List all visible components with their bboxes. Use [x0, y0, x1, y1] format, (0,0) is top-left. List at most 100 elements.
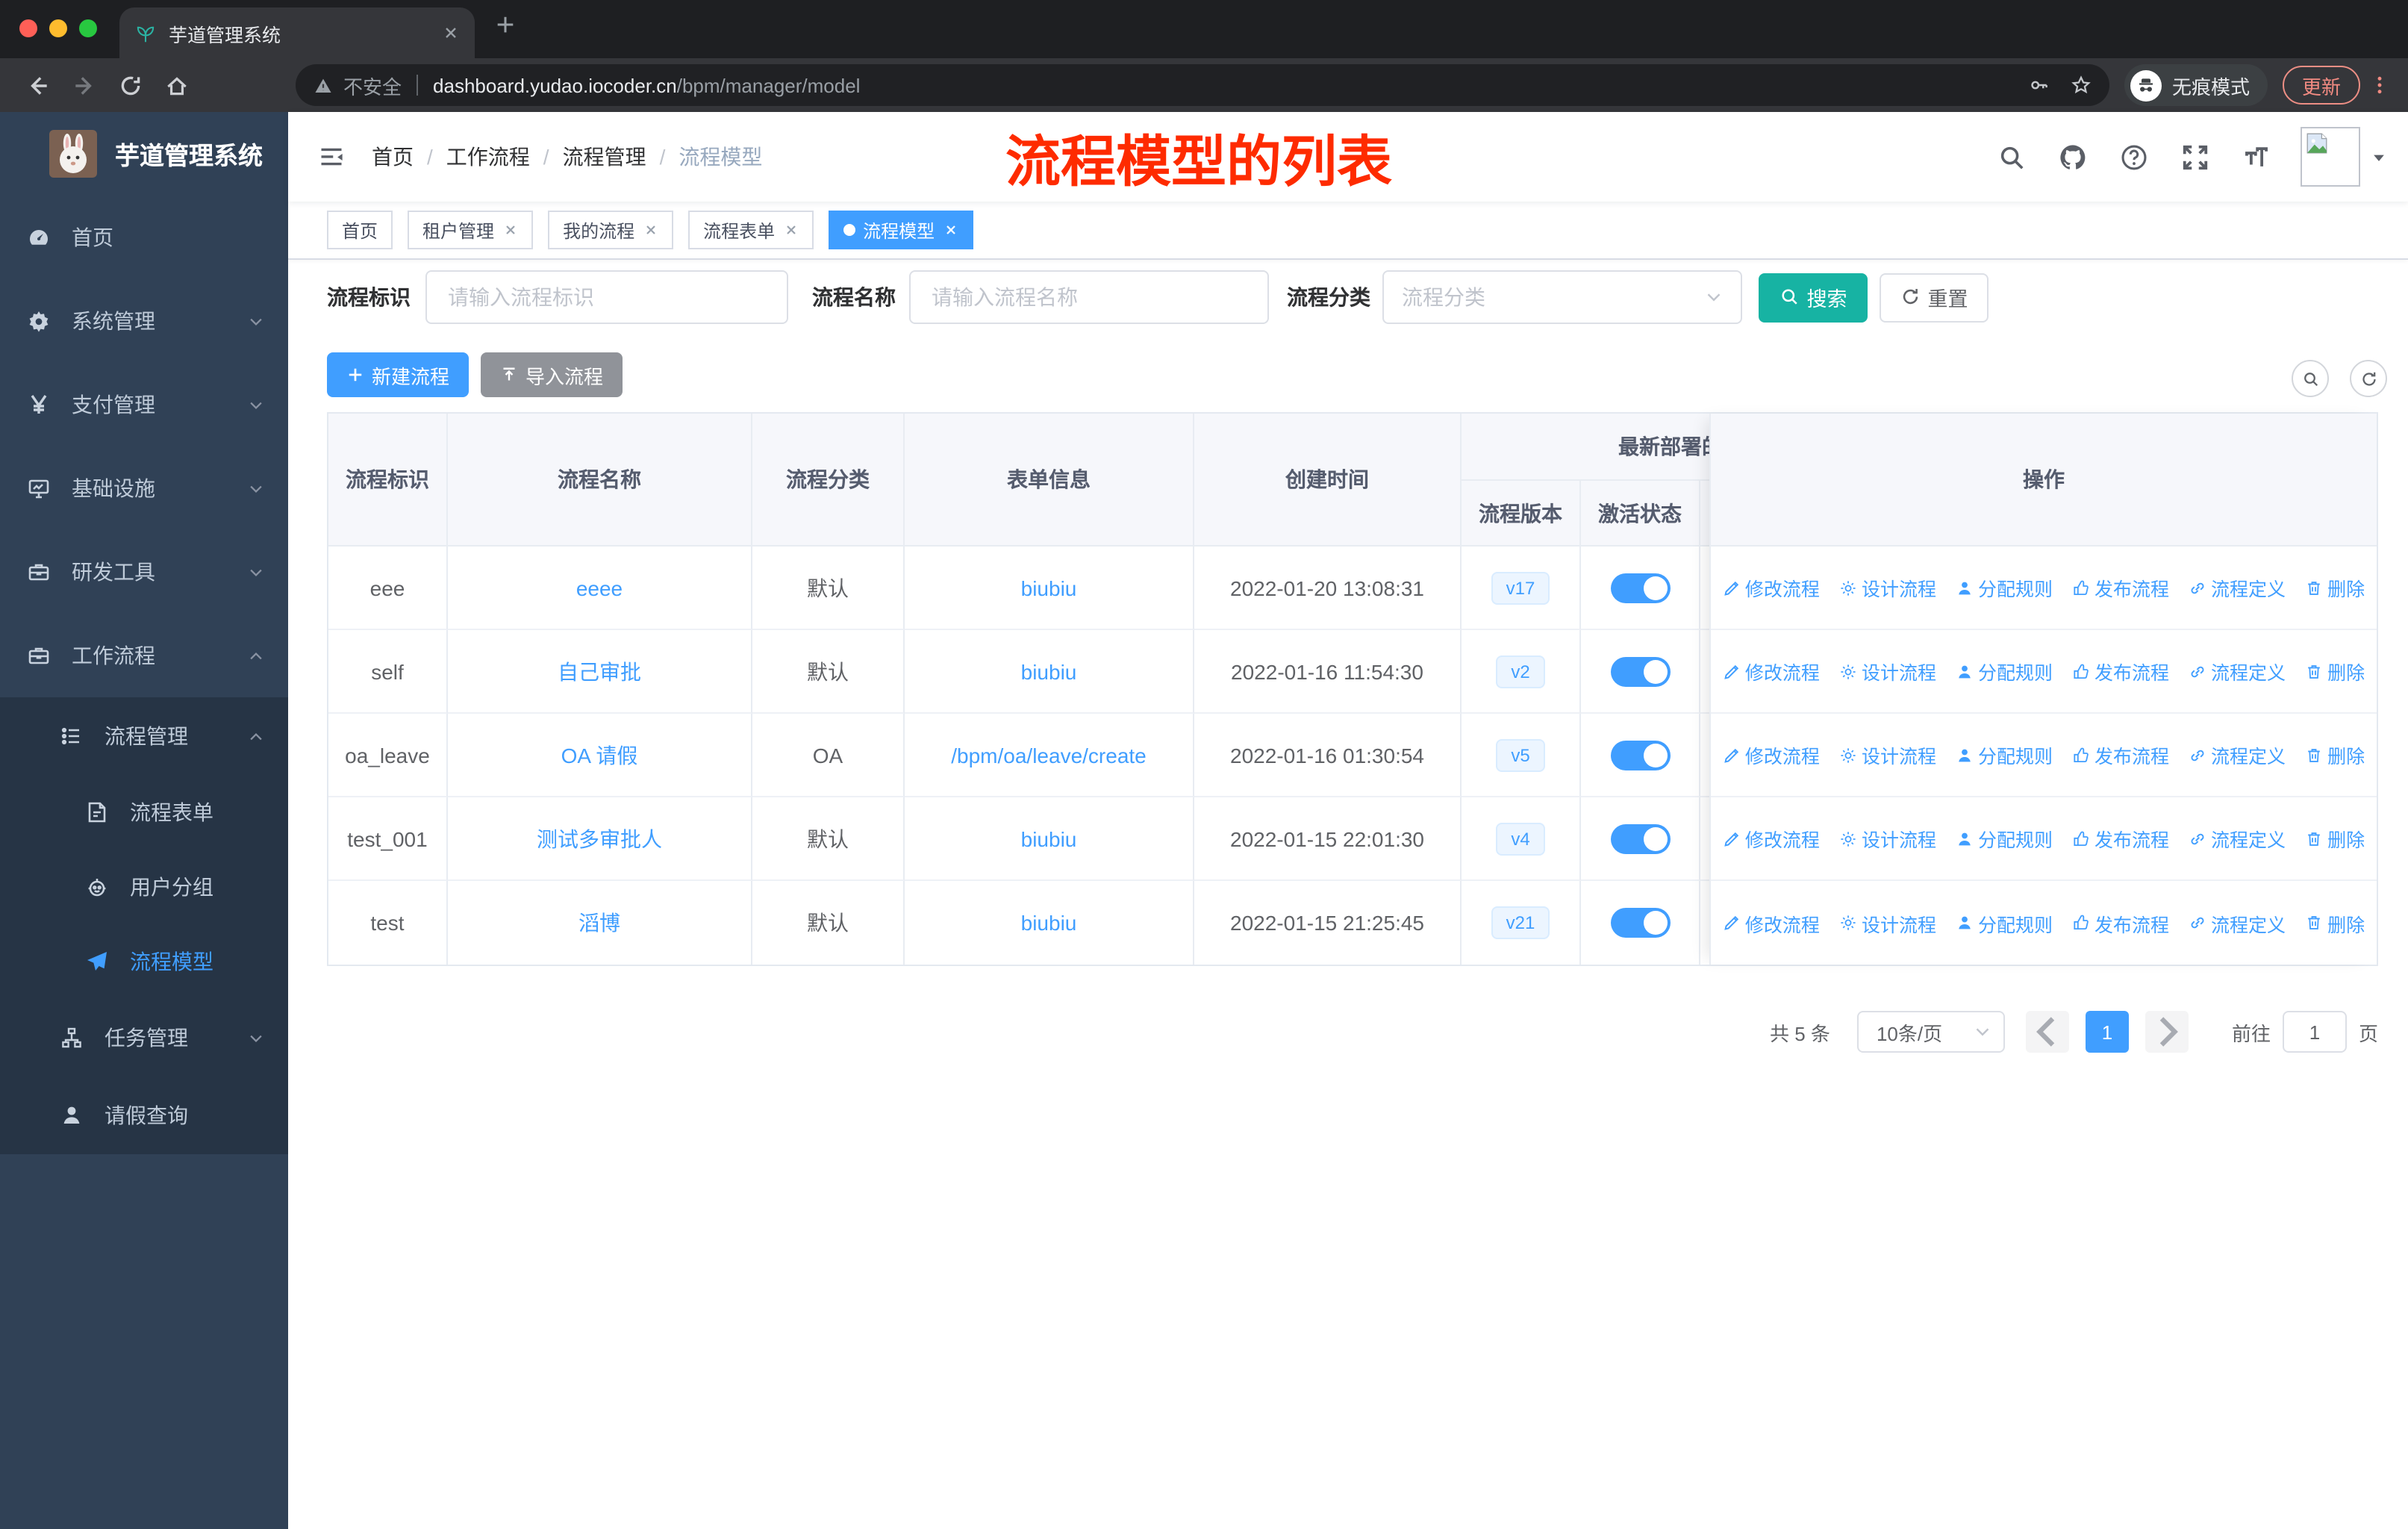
- form-info-link[interactable]: biubiu: [1021, 826, 1077, 850]
- reset-button[interactable]: 重置: [1880, 273, 1989, 322]
- modify-process-link[interactable]: 修改流程: [1723, 909, 1820, 937]
- tag-my-process[interactable]: 我的流程: [548, 211, 674, 249]
- active-toggle[interactable]: [1610, 823, 1670, 853]
- close-icon[interactable]: [784, 222, 799, 237]
- form-info-link[interactable]: /bpm/oa/leave/create: [951, 743, 1147, 767]
- show-search-toggle-button[interactable]: [2292, 360, 2329, 397]
- search-button[interactable]: 搜索: [1759, 273, 1868, 322]
- sidebar-item-home[interactable]: 首页: [0, 196, 288, 279]
- tag-tenant[interactable]: 租户管理: [408, 211, 534, 249]
- tag-process-form[interactable]: 流程表单: [688, 211, 814, 249]
- delete-link[interactable]: 删除: [2305, 573, 2365, 602]
- process-definition-link[interactable]: 流程定义: [2189, 657, 2286, 685]
- sidebar-item-leave-query[interactable]: 请假查询: [0, 1077, 288, 1154]
- modify-process-link[interactable]: 修改流程: [1723, 824, 1820, 853]
- browser-update-button[interactable]: 更新: [2282, 66, 2360, 105]
- design-process-link[interactable]: 设计流程: [1839, 824, 1936, 853]
- process-name-link[interactable]: OA 请假: [561, 740, 638, 770]
- maximize-window-button[interactable]: [79, 19, 97, 37]
- refresh-table-button[interactable]: [2350, 360, 2387, 397]
- process-name-input[interactable]: [929, 284, 1250, 311]
- search-icon[interactable]: [1997, 143, 2026, 171]
- delete-link[interactable]: 删除: [2305, 909, 2365, 937]
- delete-link[interactable]: 删除: [2305, 741, 2365, 769]
- category-select[interactable]: 流程分类: [1382, 270, 1742, 324]
- sidebar-item-infra[interactable]: 基础设施: [0, 446, 288, 530]
- create-process-button[interactable]: 新建流程: [327, 352, 470, 397]
- tab-close-icon[interactable]: [442, 24, 460, 42]
- window-controls[interactable]: [19, 19, 97, 37]
- avatar[interactable]: [2301, 127, 2360, 187]
- close-window-button[interactable]: [19, 19, 37, 37]
- page-size-select[interactable]: 10条/页: [1856, 1011, 2005, 1053]
- reload-icon[interactable]: [118, 72, 143, 98]
- sidebar-item-devtools[interactable]: 研发工具: [0, 530, 288, 614]
- modify-process-link[interactable]: 修改流程: [1723, 573, 1820, 602]
- process-name-link[interactable]: 滔博: [578, 908, 620, 938]
- sidebar-item-task-manage[interactable]: 任务管理: [0, 999, 288, 1077]
- design-process-link[interactable]: 设计流程: [1839, 657, 1936, 685]
- caret-down-icon[interactable]: [2371, 149, 2387, 165]
- page-number-current[interactable]: 1: [2085, 1011, 2129, 1053]
- breadcrumb-home[interactable]: 首页: [372, 142, 414, 172]
- close-icon[interactable]: [943, 222, 958, 237]
- new-tab-icon[interactable]: [494, 13, 517, 36]
- process-definition-link[interactable]: 流程定义: [2189, 909, 2286, 937]
- active-toggle[interactable]: [1610, 908, 1670, 938]
- assign-rule-link[interactable]: 分配规则: [1956, 657, 2053, 685]
- url-bar[interactable]: 不安全 dashboard.yudao.iocoder.cn/bpm/manag…: [296, 64, 2109, 106]
- form-info-link[interactable]: biubiu: [1021, 576, 1077, 600]
- assign-rule-link[interactable]: 分配规则: [1956, 573, 2053, 602]
- sidebar-item-process-manage[interactable]: 流程管理: [0, 697, 288, 775]
- sidebar-item-payment[interactable]: 支付管理: [0, 363, 288, 446]
- modify-process-link[interactable]: 修改流程: [1723, 657, 1820, 685]
- browser-tab[interactable]: 芋道管理系统: [119, 7, 475, 58]
- form-info-link[interactable]: biubiu: [1021, 911, 1077, 935]
- import-process-button[interactable]: 导入流程: [481, 352, 623, 397]
- browser-menu-icon[interactable]: [2369, 75, 2390, 96]
- bookmark-star-icon[interactable]: [2071, 75, 2092, 96]
- fullscreen-icon[interactable]: [2181, 143, 2209, 171]
- process-name-link[interactable]: 测试多审批人: [537, 823, 662, 853]
- process-definition-link[interactable]: 流程定义: [2189, 573, 2286, 602]
- publish-process-link[interactable]: 发布流程: [2072, 657, 2169, 685]
- delete-link[interactable]: 删除: [2305, 824, 2365, 853]
- menu-fold-icon[interactable]: [318, 143, 345, 170]
- assign-rule-link[interactable]: 分配规则: [1956, 741, 2053, 769]
- sidebar-item-system[interactable]: 系统管理: [0, 279, 288, 363]
- design-process-link[interactable]: 设计流程: [1839, 741, 1936, 769]
- github-icon[interactable]: [2059, 143, 2087, 171]
- publish-process-link[interactable]: 发布流程: [2072, 741, 2169, 769]
- assign-rule-link[interactable]: 分配规则: [1956, 824, 2053, 853]
- sidebar-item-user-group[interactable]: 用户分组: [0, 850, 288, 924]
- active-toggle[interactable]: [1610, 573, 1670, 602]
- tag-process-model[interactable]: 流程模型: [829, 211, 974, 249]
- delete-link[interactable]: 删除: [2305, 657, 2365, 685]
- back-icon[interactable]: [25, 72, 51, 98]
- sidebar-item-process-model[interactable]: 流程模型: [0, 924, 288, 999]
- close-icon[interactable]: [643, 222, 658, 237]
- prev-page-button[interactable]: [2025, 1011, 2069, 1053]
- font-size-icon[interactable]: [2242, 143, 2271, 171]
- design-process-link[interactable]: 设计流程: [1839, 573, 1936, 602]
- design-process-link[interactable]: 设计流程: [1839, 909, 1936, 937]
- tag-home[interactable]: 首页: [327, 211, 393, 249]
- modify-process-link[interactable]: 修改流程: [1723, 741, 1820, 769]
- process-name-link[interactable]: 自己审批: [558, 656, 641, 686]
- process-name-link[interactable]: eeee: [576, 576, 623, 600]
- forward-icon[interactable]: [72, 72, 97, 98]
- password-key-icon[interactable]: [2029, 75, 2050, 96]
- close-icon[interactable]: [503, 222, 518, 237]
- sidebar-item-process-form[interactable]: 流程表单: [0, 775, 288, 850]
- process-definition-link[interactable]: 流程定义: [2189, 741, 2286, 769]
- form-info-link[interactable]: biubiu: [1021, 659, 1077, 683]
- minimize-window-button[interactable]: [49, 19, 67, 37]
- breadcrumb-process-manage[interactable]: 流程管理: [563, 142, 646, 172]
- sidebar-item-workflow[interactable]: 工作流程: [0, 614, 288, 697]
- next-page-button[interactable]: [2145, 1011, 2189, 1053]
- publish-process-link[interactable]: 发布流程: [2072, 909, 2169, 937]
- process-definition-link[interactable]: 流程定义: [2189, 824, 2286, 853]
- breadcrumb-workflow[interactable]: 工作流程: [446, 142, 530, 172]
- goto-page-input[interactable]: [2282, 1011, 2347, 1053]
- process-key-input[interactable]: [445, 284, 769, 311]
